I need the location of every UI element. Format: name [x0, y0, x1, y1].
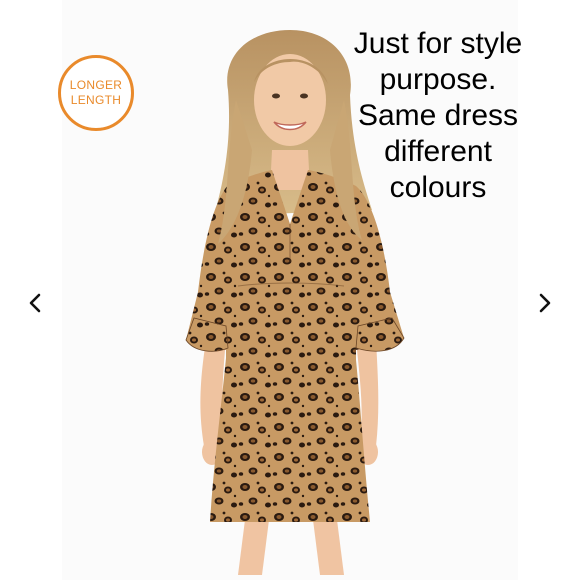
style-note-caption: Just for style purpose. Same dress diffe… [328, 26, 548, 206]
caption-line: Just for style [353, 27, 523, 60]
badge-line-2: LENGTH [70, 93, 122, 107]
product-carousel: LONGER LENGTH Just for style purpose. Sa… [0, 0, 580, 580]
caption-line: Same dress [357, 99, 519, 132]
badge-line-1: LONGER [69, 78, 123, 92]
caption-line: purpose. [379, 63, 497, 96]
chevron-left-icon [29, 293, 41, 313]
caption-line: colours [389, 171, 487, 204]
caption-line: different [384, 135, 492, 168]
previous-image-button[interactable] [22, 290, 48, 316]
chevron-right-icon [539, 293, 551, 313]
next-image-button[interactable] [532, 290, 558, 316]
longer-length-badge: LONGER LENGTH [58, 55, 134, 131]
